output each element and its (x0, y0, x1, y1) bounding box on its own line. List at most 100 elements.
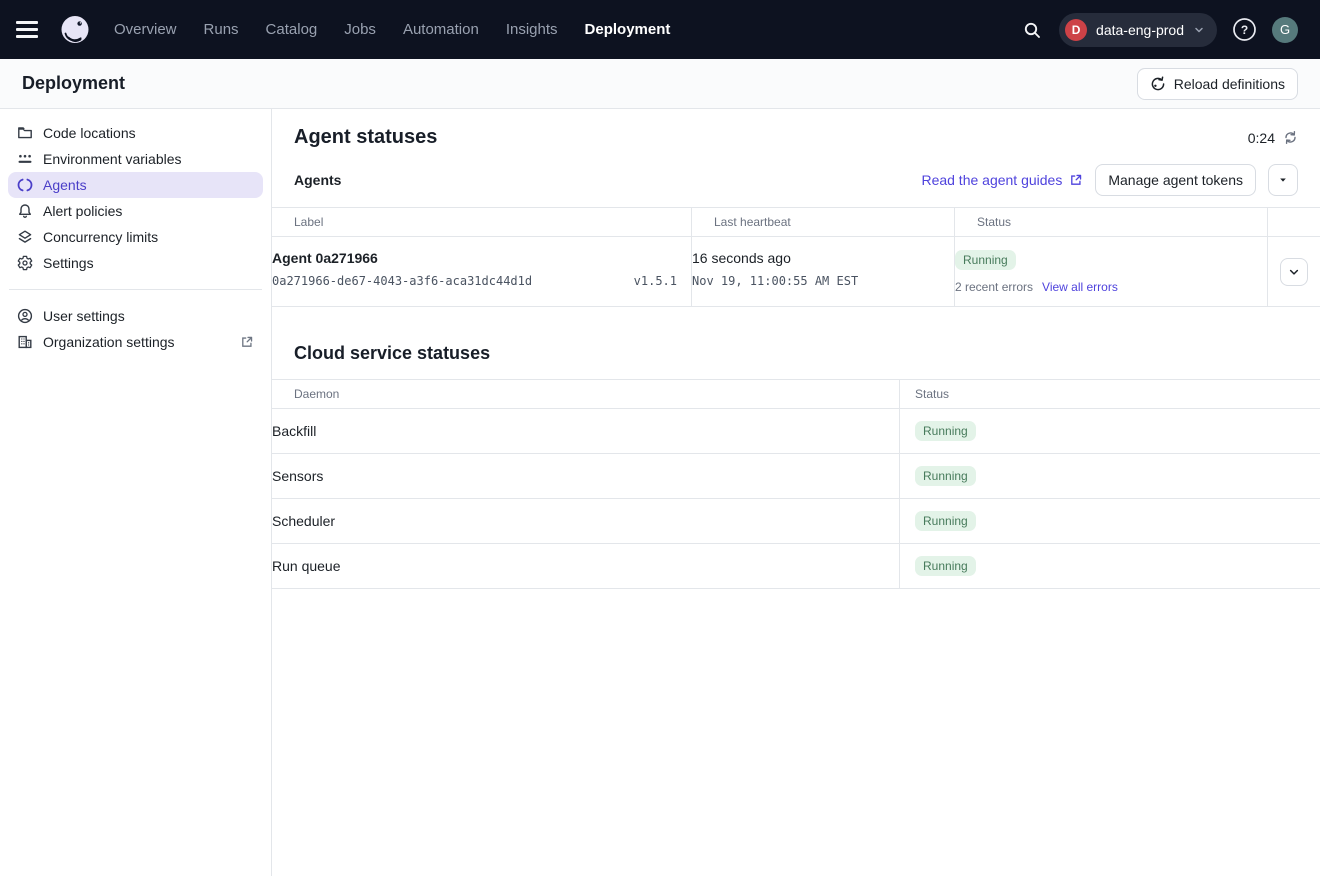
deployment-switcher[interactable]: D data-eng-prod (1059, 13, 1217, 47)
sidebar-item-concurrency-limits[interactable]: Concurrency limits (8, 224, 263, 250)
recent-errors-count: 2 recent errors (955, 280, 1033, 294)
bell-icon (17, 203, 33, 219)
status-badge: Running (915, 421, 976, 441)
agents-subheader: Agents Read the agent guides Manage agen… (272, 149, 1320, 207)
heartbeat-timestamp: Nov 19, 11:00:55 AM EST (692, 274, 954, 288)
help-button[interactable]: ? (1232, 17, 1257, 42)
agents-table-header: Label Last heartbeat Status (272, 207, 1320, 237)
hamburger-menu-icon[interactable] (16, 17, 42, 43)
sidebar-item-user-settings[interactable]: User settings (8, 303, 263, 329)
nav-item-automation[interactable]: Automation (403, 21, 479, 38)
cloud-service-statuses-title: Cloud service statuses (294, 343, 1298, 364)
expand-row-button[interactable] (1280, 258, 1308, 286)
building-icon (17, 334, 33, 350)
daemon-row-sensors: Sensors Running (272, 454, 1320, 499)
nav-item-runs[interactable]: Runs (204, 21, 239, 38)
heartbeat-relative: 16 seconds ago (692, 250, 954, 266)
column-header-last-heartbeat: Last heartbeat (692, 208, 955, 236)
nav-item-overview[interactable]: Overview (114, 21, 177, 38)
daemon-name: Scheduler (272, 499, 900, 543)
agent-statuses-title: Agent statuses (294, 126, 437, 149)
status-badge: Running (955, 250, 1016, 270)
nav-item-catalog[interactable]: Catalog (266, 21, 318, 38)
chevron-down-icon (1288, 266, 1300, 278)
top-navigation-bar: Overview Runs Catalog Jobs Automation In… (0, 0, 1320, 59)
refresh-countdown: 0:24 (1248, 130, 1298, 146)
deployment-switcher-label: data-eng-prod (1096, 22, 1184, 38)
search-button[interactable] (1020, 18, 1044, 42)
sidebar-divider (9, 289, 262, 290)
refresh-countdown-value: 0:24 (1248, 130, 1275, 146)
daemon-row-backfill: Backfill Running (272, 409, 1320, 454)
agent-heartbeat-cell: 16 seconds ago Nov 19, 11:00:55 AM EST (692, 237, 955, 306)
agent-table-row: Agent 0a271966 0a271966-de67-4043-a3f6-a… (272, 237, 1320, 307)
column-header-status: Status (955, 208, 1268, 236)
sidebar-item-label: Settings (43, 255, 94, 271)
manage-agent-tokens-button[interactable]: Manage agent tokens (1095, 164, 1256, 196)
sidebar-item-settings[interactable]: Settings (8, 250, 263, 276)
sidebar-item-label: Code locations (43, 125, 136, 141)
daemon-row-scheduler: Scheduler Running (272, 499, 1320, 544)
layers-icon (17, 229, 33, 245)
reload-definitions-button[interactable]: Reload definitions (1137, 68, 1298, 100)
deployment-initial-badge: D (1065, 19, 1087, 41)
octopus-logo-icon (58, 13, 92, 47)
daemon-name: Backfill (272, 409, 900, 453)
sidebar-item-label: Environment variables (43, 151, 182, 167)
page-title: Deployment (22, 73, 125, 94)
help-icon: ? (1232, 17, 1257, 42)
agent-icon (17, 177, 33, 193)
folder-icon (17, 125, 33, 141)
column-header-status: Status (900, 387, 1320, 401)
sidebar-item-label: Concurrency limits (43, 229, 158, 245)
status-badge: Running (915, 511, 976, 531)
user-avatar[interactable]: G (1272, 17, 1298, 43)
refresh-button[interactable] (1283, 130, 1298, 145)
main-content: Agent statuses 0:24 Agents Read the agen… (272, 109, 1320, 876)
nav-item-deployment[interactable]: Deployment (585, 21, 671, 38)
agent-statuses-header: Agent statuses 0:24 (272, 109, 1320, 149)
topbar-right-cluster: D data-eng-prod ? G (1020, 13, 1298, 47)
agent-status-cell: Running 2 recent errors View all errors (955, 237, 1268, 306)
reload-definitions-label: Reload definitions (1174, 76, 1285, 92)
nav-item-jobs[interactable]: Jobs (344, 21, 376, 38)
agents-more-actions-button[interactable] (1268, 164, 1298, 196)
page-header: Deployment Reload definitions (0, 59, 1320, 109)
agents-section-label: Agents (294, 172, 341, 188)
chevron-down-icon (1193, 24, 1205, 36)
sidebar-item-environment-variables[interactable]: Environment variables (8, 146, 263, 172)
cloud-table-header: Daemon Status (272, 379, 1320, 409)
dagster-logo[interactable] (58, 13, 92, 47)
daemon-name: Run queue (272, 544, 900, 588)
env-variables-icon (17, 151, 33, 167)
nav-item-insights[interactable]: Insights (506, 21, 558, 38)
column-header-label: Label (272, 208, 692, 236)
search-icon (1022, 20, 1042, 40)
caret-down-icon (1278, 175, 1288, 185)
sidebar-item-agents[interactable]: Agents (8, 172, 263, 198)
agent-guides-link[interactable]: Read the agent guides (921, 172, 1083, 188)
sidebar-item-label: Agents (43, 177, 87, 193)
cloud-services-table: Daemon Status Backfill Running Sensors R… (272, 379, 1320, 589)
manage-agent-tokens-label: Manage agent tokens (1108, 172, 1243, 188)
view-all-errors-link[interactable]: View all errors (1042, 280, 1118, 294)
primary-nav: Overview Runs Catalog Jobs Automation In… (114, 21, 670, 38)
status-badge: Running (915, 556, 976, 576)
external-link-icon (1069, 173, 1083, 187)
agent-label-cell: Agent 0a271966 0a271966-de67-4043-a3f6-a… (272, 237, 692, 306)
sidebar-item-organization-settings[interactable]: Organization settings (8, 329, 263, 355)
sidebar-item-label: Organization settings (43, 334, 175, 350)
sidebar-item-alert-policies[interactable]: Alert policies (8, 198, 263, 224)
daemon-row-run-queue: Run queue Running (272, 544, 1320, 589)
daemon-name: Sensors (272, 454, 900, 498)
external-link-icon (240, 335, 254, 349)
agent-id: 0a271966-de67-4043-a3f6-aca31dc44d1d (272, 274, 532, 288)
status-badge: Running (915, 466, 976, 486)
gear-icon (17, 255, 33, 271)
deployment-sidebar: Code locations Environment variables Age… (0, 109, 272, 876)
sidebar-item-code-locations[interactable]: Code locations (8, 120, 263, 146)
sidebar-item-label: Alert policies (43, 203, 122, 219)
reload-icon (1150, 76, 1166, 92)
agent-name: Agent 0a271966 (272, 250, 691, 266)
agent-guides-link-label: Read the agent guides (921, 172, 1062, 188)
